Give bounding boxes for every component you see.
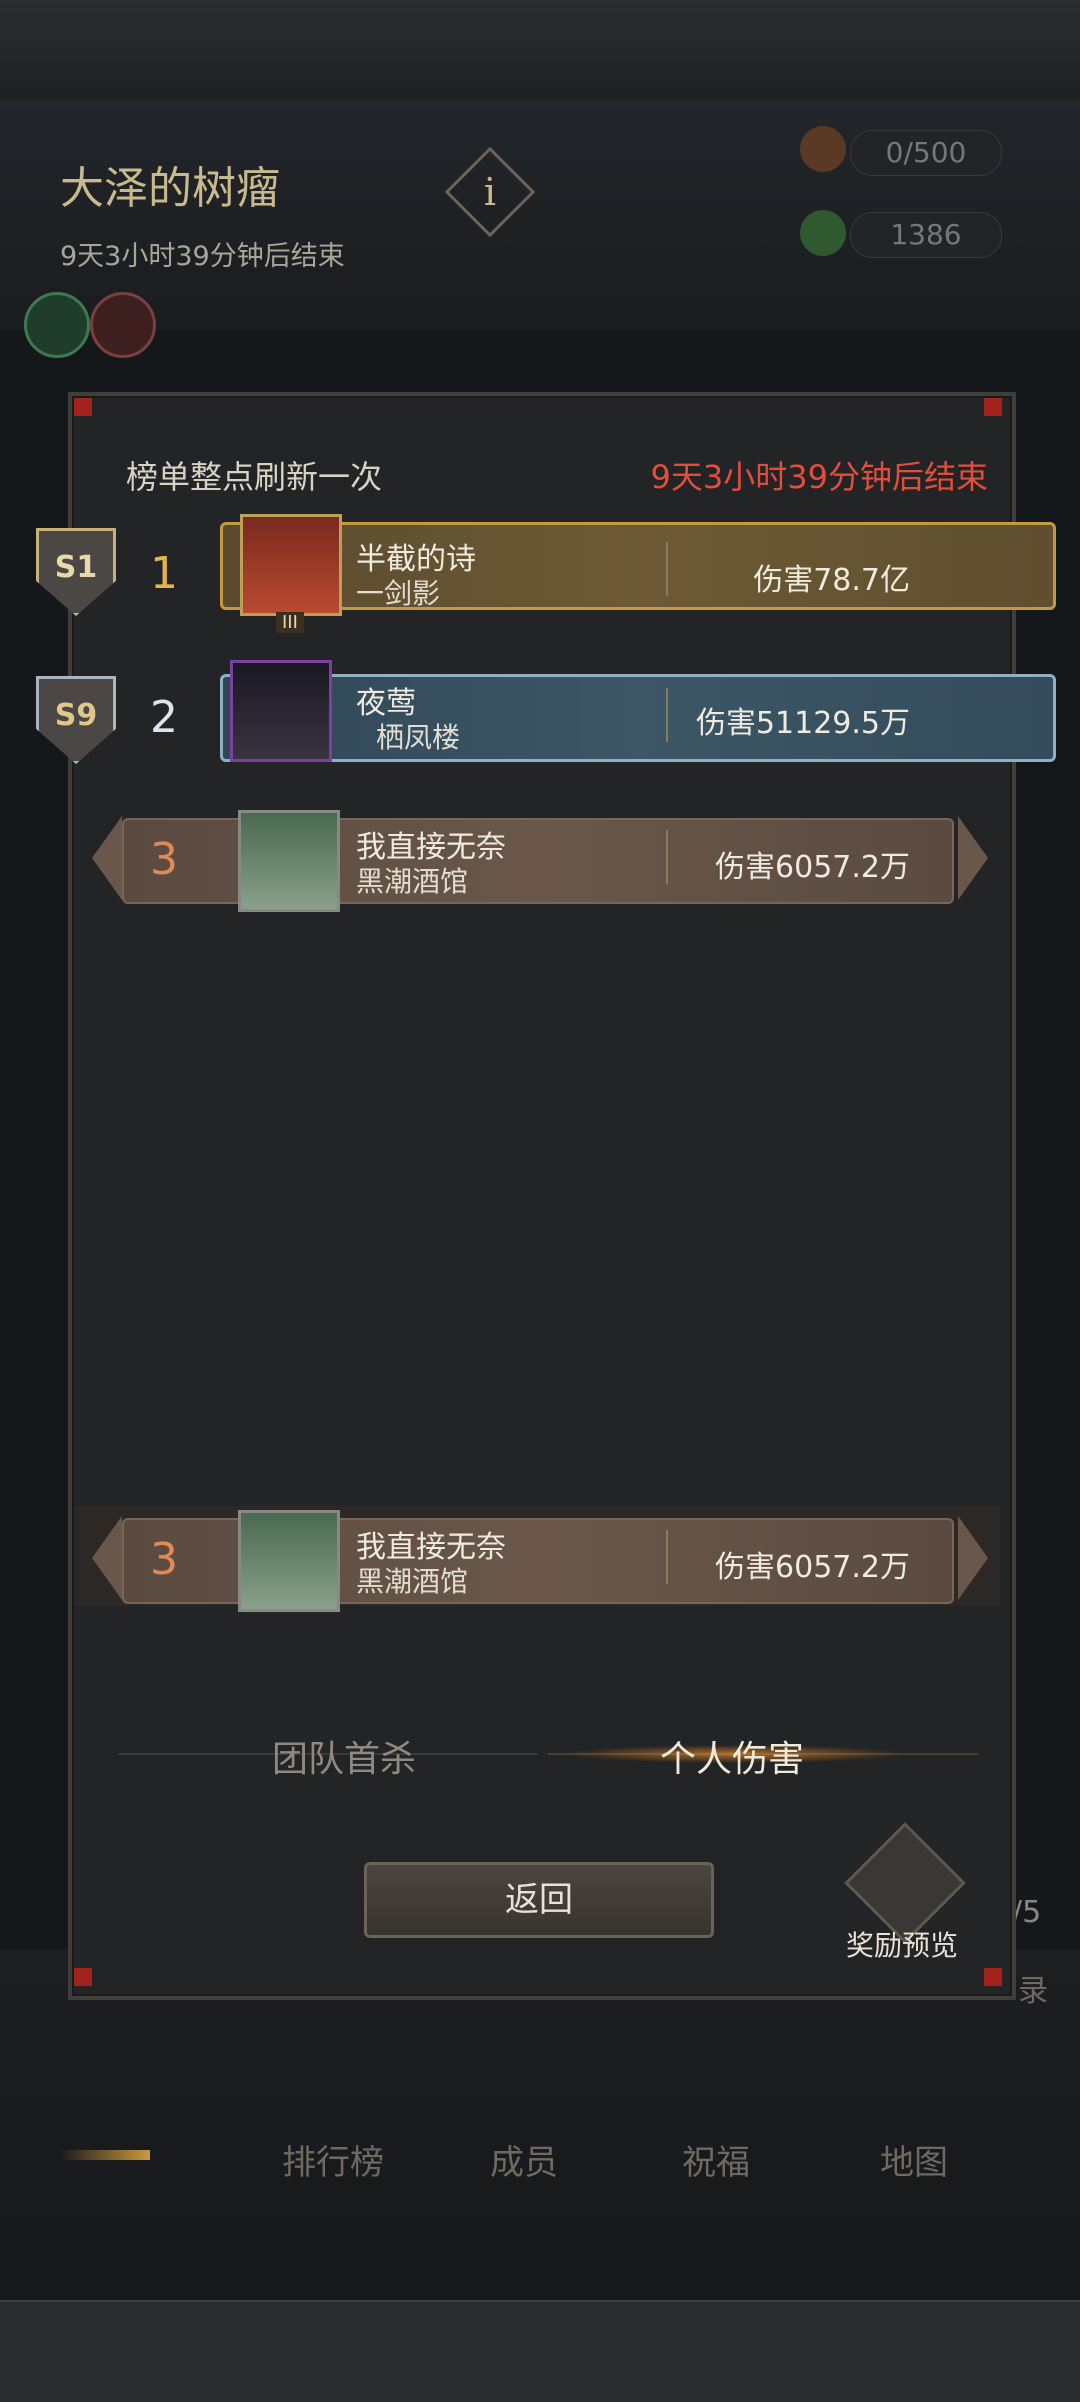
guild-name: 一剑影 <box>356 577 441 610</box>
damage-value: 伤害51129.5万 <box>695 706 910 741</box>
rune-shield-icon[interactable] <box>24 292 90 358</box>
player-avatar[interactable] <box>238 810 340 912</box>
tab-team-first-kill[interactable]: 团队首杀 <box>272 1730 416 1782</box>
rank-number: 3 <box>150 834 178 885</box>
event-subtitle: 9天3小时39分钟后结束 <box>60 241 345 272</box>
top-status-strip <box>0 0 1080 102</box>
rank-number: 2 <box>150 692 178 743</box>
panel-corner <box>74 398 92 416</box>
panel-corner <box>74 1968 92 1986</box>
player-avatar[interactable] <box>240 514 342 616</box>
crossed-swords-icon[interactable] <box>90 292 156 358</box>
panel-corner <box>984 398 1002 416</box>
nav-members[interactable]: 成员 <box>490 2135 558 2184</box>
drumstick-icon <box>800 126 846 172</box>
info-icon: i <box>483 170 497 214</box>
player-avatar[interactable] <box>238 1510 340 1612</box>
nav-map[interactable]: 地图 <box>880 2135 948 2184</box>
countdown: 9天3小时39分钟后结束 <box>650 458 988 496</box>
reward-preview-label[interactable]: 奖励预览 <box>846 1924 958 1964</box>
row-arrow-right <box>958 1516 988 1600</box>
panel-corner <box>984 1968 1002 1986</box>
guild-name: 黑潮酒馆 <box>356 865 469 898</box>
nav-blessing[interactable]: 祝福 <box>682 2135 750 2184</box>
tab-personal-damage[interactable]: 个人伤害 <box>660 1730 804 1782</box>
damage-value: 伤害6057.2万 <box>715 850 910 885</box>
guild-name: 栖凤楼 <box>376 721 461 754</box>
event-title: 大泽的树瘤 <box>60 163 280 214</box>
guild-name: 黑潮酒馆 <box>356 1565 469 1598</box>
leaf-icon <box>800 210 846 256</box>
page-indicator: /5 <box>1012 1895 1042 1930</box>
avatar-tier-badge: III <box>276 612 304 633</box>
rank-number: 1 <box>150 548 178 599</box>
refresh-note: 榜单整点刷新一次 <box>126 458 383 496</box>
bottom-band <box>0 2300 1080 2402</box>
side-text: 录 <box>1018 1974 1048 2009</box>
row-arrow-right <box>958 816 988 900</box>
nav-ranking[interactable]: 排行榜 <box>282 2135 384 2184</box>
back-button[interactable]: 返回 <box>364 1862 714 1938</box>
nav-arrow-icon[interactable] <box>60 2150 150 2160</box>
damage-value: 伤害6057.2万 <box>715 1550 910 1585</box>
resource-leaf-value: 1386 <box>850 212 1002 258</box>
damage-value: 伤害78.7亿 <box>753 563 910 598</box>
rank-number: 3 <box>150 1534 178 1585</box>
player-avatar[interactable] <box>230 660 332 762</box>
resource-food-value: 0/500 <box>850 130 1002 176</box>
